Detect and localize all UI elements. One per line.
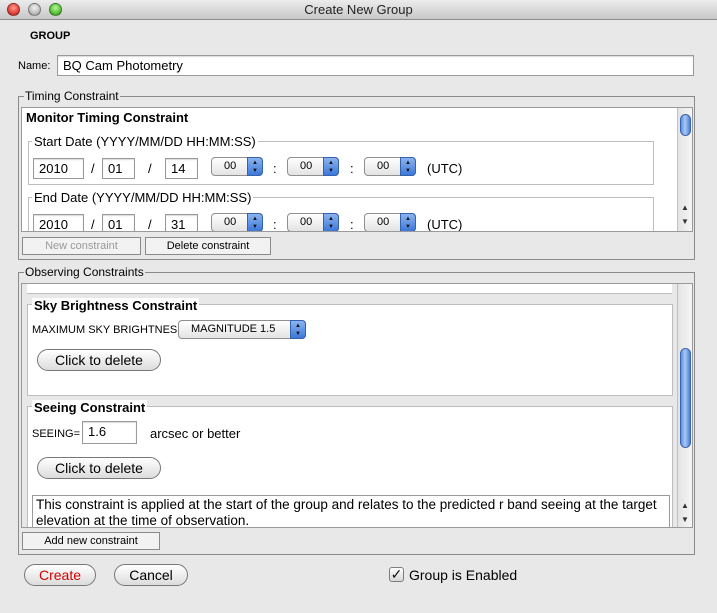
previous-constraint-edge <box>27 284 672 294</box>
end-utc-label: (UTC) <box>427 217 463 232</box>
group-enabled-checkbox[interactable]: ✓ <box>389 567 404 582</box>
cancel-button[interactable]: Cancel <box>114 564 188 586</box>
title-bar: Create New Group <box>0 0 717 20</box>
delete-constraint-button[interactable]: Delete constraint <box>145 237 271 255</box>
group-enabled-label: Group is Enabled <box>409 567 518 583</box>
end-date-label: End Date (YYYY/MM/DD HH:MM:SS) <box>32 190 254 205</box>
chevron-updown-icon[interactable]: ▲ ▼ <box>400 157 416 176</box>
sky-brightness-value: MAGNITUDE 1.5 <box>191 323 276 335</box>
chevron-updown-icon[interactable]: ▲ ▼ <box>323 157 339 176</box>
end-time-sep-1: : <box>273 217 277 232</box>
timing-constraint-legend: Timing Constraint <box>24 89 120 103</box>
start-date-sep-1: / <box>91 161 95 176</box>
observing-scroll-area: Sky Brightness Constraint MAXIMUM SKY BR… <box>21 283 693 528</box>
start-second-spinner[interactable]: 00 ▲ ▼ <box>364 157 416 176</box>
end-month-input[interactable]: 01 <box>102 214 135 231</box>
create-button[interactable]: Create <box>24 564 96 586</box>
seeing-label: SEEING= <box>32 428 80 440</box>
chevron-updown-icon[interactable]: ▲ ▼ <box>323 213 339 231</box>
timing-scroll-thumb[interactable] <box>680 114 691 136</box>
start-date-sep-2: / <box>148 161 152 176</box>
sky-brightness-select[interactable]: MAGNITUDE 1.5 ▲ ▼ <box>178 320 306 339</box>
window-title: Create New Group <box>304 2 413 17</box>
end-second-value: 00 <box>377 216 390 228</box>
sky-brightness-label: MAXIMUM SKY BRIGHTNESS= <box>32 324 192 336</box>
sky-brightness-delete-button[interactable]: Click to delete <box>37 349 161 371</box>
timing-scroll-area: Monitor Timing Constraint Start Date (YY… <box>21 107 693 232</box>
start-utc-label: (UTC) <box>427 161 463 176</box>
end-hour-spinner[interactable]: 00 ▲ ▼ <box>211 213 263 231</box>
start-date-label: Start Date (YYYY/MM/DD HH:MM:SS) <box>32 134 258 149</box>
seeing-title: Seeing Constraint <box>32 400 148 415</box>
end-day-input[interactable]: 31 <box>165 214 198 231</box>
start-second-value: 00 <box>377 160 390 172</box>
sky-brightness-title: Sky Brightness Constraint <box>32 298 200 313</box>
start-year-input[interactable]: 2010 <box>33 158 84 179</box>
seeing-description: This constraint is applied at the start … <box>32 495 670 527</box>
start-minute-spinner[interactable]: 00 ▲ ▼ <box>287 157 339 176</box>
end-minute-spinner[interactable]: 00 ▲ ▼ <box>287 213 339 231</box>
scroll-down-arrow-icon[interactable]: ▼ <box>678 513 692 527</box>
add-new-constraint-button[interactable]: Add new constraint <box>22 532 160 550</box>
start-hour-value: 00 <box>224 160 237 172</box>
checkmark-icon: ✓ <box>390 566 403 582</box>
start-month-input[interactable]: 01 <box>102 158 135 179</box>
monitor-timing-title: Monitor Timing Constraint <box>26 110 189 125</box>
scroll-up-arrow-icon[interactable]: ▲ <box>678 499 692 513</box>
end-time-sep-2: : <box>350 217 354 232</box>
end-hour-value: 00 <box>224 216 237 228</box>
chevron-updown-icon[interactable]: ▲ ▼ <box>400 213 416 231</box>
start-time-sep-2: : <box>350 161 354 176</box>
scroll-down-arrow-icon[interactable]: ▼ <box>678 215 692 229</box>
seeing-delete-button[interactable]: Click to delete <box>37 457 161 479</box>
chevron-updown-icon[interactable]: ▲ ▼ <box>247 157 263 176</box>
end-date-sep-1: / <box>91 217 95 232</box>
start-day-input[interactable]: 14 <box>165 158 198 179</box>
observing-scroll-thumb[interactable] <box>680 348 691 448</box>
chevron-updown-icon[interactable]: ▲ ▼ <box>290 320 306 339</box>
seeing-unit: arcsec or better <box>150 426 241 441</box>
start-minute-value: 00 <box>300 160 313 172</box>
group-heading: GROUP <box>30 30 71 42</box>
scroll-up-arrow-icon[interactable]: ▲ <box>678 201 692 215</box>
end-date-sep-2: / <box>148 217 152 232</box>
end-year-input[interactable]: 2010 <box>33 214 84 231</box>
name-input[interactable]: BQ Cam Photometry <box>57 55 694 76</box>
end-minute-value: 00 <box>300 216 313 228</box>
start-hour-spinner[interactable]: 00 ▲ ▼ <box>211 157 263 176</box>
seeing-input[interactable]: 1.6 <box>82 421 137 444</box>
chevron-updown-icon[interactable]: ▲ ▼ <box>247 213 263 231</box>
end-second-spinner[interactable]: 00 ▲ ▼ <box>364 213 416 231</box>
timing-scrollbar[interactable]: ▲ ▼ <box>677 108 692 231</box>
new-constraint-button[interactable]: New constraint <box>22 237 141 255</box>
name-label: Name: <box>18 60 51 72</box>
observing-constraints-legend: Observing Constraints <box>24 265 145 279</box>
observing-scrollbar[interactable]: ▲ ▼ <box>677 284 692 527</box>
start-time-sep-1: : <box>273 161 277 176</box>
